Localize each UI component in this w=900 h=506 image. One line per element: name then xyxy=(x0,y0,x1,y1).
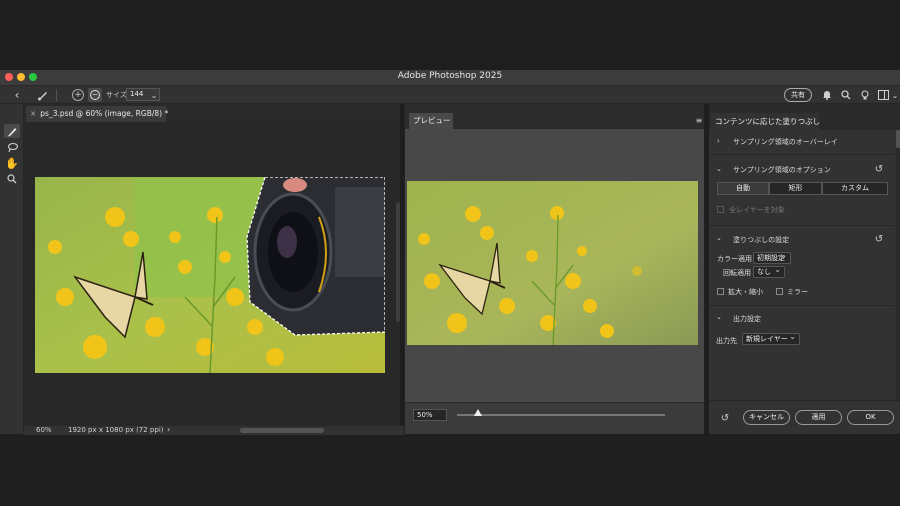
scale-label: 拡大・縮小 xyxy=(728,288,763,296)
document-tab[interactable]: × ps_3.psd @ 60% (image, RGB/8) * xyxy=(26,106,169,122)
reset-all-icon[interactable]: ↺ xyxy=(719,412,731,424)
preview-zoom-input[interactable]: 50% xyxy=(413,409,447,421)
lightbulb-icon[interactable] xyxy=(859,89,871,101)
zoom-level[interactable]: 60% xyxy=(36,426,52,434)
preview-header: プレビュー ≡ xyxy=(404,104,704,129)
preview-menu-icon[interactable]: ≡ xyxy=(695,116,703,125)
panel-scrollbar-thumb[interactable] xyxy=(896,130,900,148)
panel-scrollbar[interactable] xyxy=(896,130,900,400)
document-tab-bar: × ps_3.psd @ 60% (image, RGB/8) * xyxy=(24,104,400,122)
divider xyxy=(709,154,895,155)
status-chevron-right-icon[interactable]: › xyxy=(167,425,170,434)
close-tab-icon[interactable]: × xyxy=(30,109,36,118)
sampling-options-section[interactable]: サンプリング領域のオプション xyxy=(733,165,831,175)
content-aware-fill-tab[interactable]: コンテンツに応じた塗りつぶし xyxy=(711,113,820,130)
document-canvas[interactable] xyxy=(24,122,400,426)
mirror-label: ミラー xyxy=(787,288,808,296)
reset-icon[interactable]: ↺ xyxy=(873,233,885,245)
workspace-chevron-down-icon[interactable]: ⌄ xyxy=(891,89,899,101)
minus-circle-icon: − xyxy=(90,90,100,100)
preview-image xyxy=(407,181,698,345)
photoshop-window: Adobe Photoshop 2025 ‹ + − サイズ 144 ⌄ 共有 … xyxy=(0,0,900,506)
desktop-background xyxy=(0,435,900,506)
title-bar: Adobe Photoshop 2025 xyxy=(0,70,900,86)
search-icon[interactable] xyxy=(840,89,852,101)
chevron-right-icon[interactable]: › xyxy=(717,137,720,145)
sampling-overlay-section[interactable]: サンプリング領域のオーバーレイ xyxy=(733,137,838,147)
workspace-icon[interactable] xyxy=(877,89,889,101)
chevron-down-icon[interactable]: ⌄ xyxy=(716,234,722,242)
add-mode-icon[interactable]: + xyxy=(72,89,84,101)
mirror-checkbox[interactable] xyxy=(776,288,783,295)
canvas-horizontal-scrollbar[interactable] xyxy=(240,428,324,433)
size-label: サイズ xyxy=(106,91,127,99)
brush-tool-preset-icon[interactable] xyxy=(34,88,52,102)
lasso-tool-icon[interactable] xyxy=(4,140,20,154)
preview-zoom-slider[interactable] xyxy=(457,409,665,416)
mode-rectangle-button[interactable]: 矩形 xyxy=(769,182,822,195)
preview-footer: 50% xyxy=(404,402,704,434)
panel-header: コンテンツに応じた塗りつぶし xyxy=(709,104,900,130)
bell-icon[interactable] xyxy=(821,89,833,101)
color-adapt-dropdown[interactable]: 初期設定 xyxy=(753,251,791,264)
size-chevron-down-icon[interactable]: ⌄ xyxy=(150,89,158,101)
reset-icon[interactable]: ↺ xyxy=(873,163,885,175)
zoom-tool-icon[interactable] xyxy=(4,172,20,186)
document-dimensions: 1920 px x 1080 px (72 ppi) xyxy=(68,426,164,434)
canvas-vertical-scrollbar[interactable] xyxy=(396,202,400,322)
output-settings-section[interactable]: 出力設定 xyxy=(733,314,761,324)
hand-tool-icon[interactable]: ✋ xyxy=(4,156,20,170)
divider xyxy=(709,225,895,226)
output-to-label: 出力先 xyxy=(716,337,737,345)
all-layers-checkbox[interactable] xyxy=(717,206,724,213)
mode-auto-button[interactable]: 自動 xyxy=(717,182,769,195)
divider xyxy=(709,400,900,401)
scale-checkbox[interactable] xyxy=(717,288,724,295)
chevron-down-icon[interactable]: ⌄ xyxy=(716,165,722,173)
divider xyxy=(709,305,895,306)
preview-tab[interactable]: プレビュー xyxy=(409,113,453,129)
preview-zoom-slider-thumb[interactable] xyxy=(473,409,482,416)
brush-tool-icon[interactable] xyxy=(4,124,20,138)
cancel-button[interactable]: キャンセル xyxy=(743,410,790,425)
tools-panel: ✋ xyxy=(0,104,24,434)
document-tab-label: ps_3.psd @ 60% (image, RGB/8) * xyxy=(40,109,169,118)
status-bar: 60% 1920 px x 1080 px (72 ppi) › xyxy=(24,425,404,435)
ok-button[interactable]: OK xyxy=(847,410,894,425)
fill-settings-section[interactable]: 塗りつぶしの設定 xyxy=(733,235,789,245)
window-title: Adobe Photoshop 2025 xyxy=(397,71,503,81)
mode-custom-button[interactable]: カスタム xyxy=(822,182,888,195)
canvas-image[interactable] xyxy=(35,177,385,373)
back-chevron-icon[interactable]: ‹ xyxy=(10,88,24,102)
output-to-dropdown[interactable]: 新規レイヤー xyxy=(742,332,800,345)
apply-button[interactable]: 適用 xyxy=(795,410,842,425)
subtract-mode-button[interactable]: − xyxy=(88,88,102,102)
content-aware-fill-panel: コンテンツに応じた塗りつぶし › サンプリング領域のオーバーレイ ⌄ サンプリン… xyxy=(708,104,900,434)
options-bar: ‹ + − サイズ 144 ⌄ 共有 ⌄ xyxy=(0,86,900,104)
chevron-down-icon[interactable]: ⌄ xyxy=(716,313,722,321)
rotation-adapt-label: 回転適用 xyxy=(723,269,751,277)
rotation-adapt-dropdown[interactable]: なし xyxy=(753,265,785,278)
color-adapt-label: カラー適用 xyxy=(717,255,752,263)
divider xyxy=(56,89,57,101)
preview-area xyxy=(404,129,704,402)
all-layers-label: 全レイヤーを対象 xyxy=(729,206,785,214)
share-button[interactable]: 共有 xyxy=(784,88,812,102)
